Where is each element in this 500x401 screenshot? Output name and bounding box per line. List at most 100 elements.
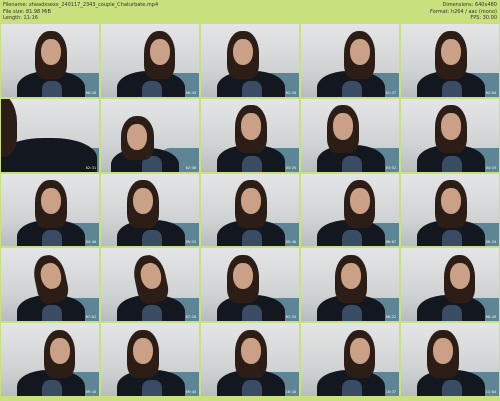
video-thumbnail[interactable]: 06:34 xyxy=(401,173,499,247)
thumbnail-face xyxy=(450,262,470,290)
video-thumbnail[interactable]: 08:22 xyxy=(301,248,399,322)
thumbnail-top xyxy=(142,379,162,396)
thumbnail-timestamp: 04:46 xyxy=(85,240,96,245)
video-thumbnail[interactable]: 02:31 xyxy=(1,98,99,172)
thumbnail-top xyxy=(142,80,162,97)
thumbnail-timestamp: 11:04 xyxy=(485,389,496,394)
thumbnail-face xyxy=(350,188,370,215)
video-thumbnail[interactable]: 08:49 xyxy=(401,248,499,322)
thumbnail-timestamp: 08:22 xyxy=(385,315,396,320)
thumbnail-timestamp: 07:01 xyxy=(85,315,96,320)
video-thumbnail[interactable]: 05:13 xyxy=(101,173,199,247)
thumbnail-timestamp: 03:25 xyxy=(285,165,296,170)
thumbnail-top xyxy=(42,80,62,97)
thumbnail-face xyxy=(350,38,370,65)
thumbnail-top xyxy=(342,305,362,322)
video-thumbnail[interactable]: 04:46 xyxy=(1,173,99,247)
thumbnail-face xyxy=(233,38,253,65)
thumbnail-top xyxy=(142,230,162,247)
thumbnail-timestamp: 01:10 xyxy=(285,90,296,95)
thumbnail-timestamp: 00:43 xyxy=(185,90,196,95)
thumbnail-top xyxy=(42,230,62,247)
thumbnail-top xyxy=(142,305,162,322)
thumbnail-grid: 00:16 00:43 01:10 01:37 02:04 02:31 02:58 03:25… xyxy=(0,23,500,397)
thumbnail-face xyxy=(233,262,253,290)
thumbnail-timestamp: 10:37 xyxy=(385,389,396,394)
thumbnail-top xyxy=(42,379,62,396)
video-thumbnail[interactable]: 02:58 xyxy=(101,98,199,172)
thumbnail-face xyxy=(150,38,170,65)
thumbnail-face xyxy=(433,337,453,364)
thumbnail-timestamp: 01:37 xyxy=(385,90,396,95)
video-thumbnail[interactable]: 01:10 xyxy=(201,24,299,97)
thumbnail-top xyxy=(442,379,462,396)
thumbnail-face xyxy=(441,38,461,65)
thumbnail-face xyxy=(350,337,370,364)
thumbnail-face xyxy=(41,38,61,65)
thumbnail-timestamp: 07:55 xyxy=(285,315,296,320)
thumbnail-top xyxy=(242,80,262,97)
video-thumbnail[interactable]: 09:16 xyxy=(1,323,99,396)
thumbnail-face xyxy=(333,113,353,140)
thumbnail-face xyxy=(133,337,153,364)
thumbnail-face xyxy=(241,113,261,140)
thumbnail-face xyxy=(441,188,461,215)
video-thumbnail[interactable]: 03:52 xyxy=(301,98,399,172)
format-text: Format: h264 / aac (mono) xyxy=(430,8,497,15)
thumbnail-top xyxy=(342,379,362,396)
thumbnail-timestamp: 04:19 xyxy=(485,165,496,170)
thumbnail-top xyxy=(242,305,262,322)
thumbnail-face xyxy=(441,113,461,140)
video-thumbnail[interactable]: 00:16 xyxy=(1,24,99,97)
thumbnail-top xyxy=(342,80,362,97)
thumbnail-timestamp: 05:13 xyxy=(185,240,196,245)
thumbnail-timestamp: 00:16 xyxy=(85,90,96,95)
video-thumbnail[interactable]: 10:37 xyxy=(301,323,399,396)
video-thumbnail[interactable]: 04:19 xyxy=(401,98,499,172)
thumbnail-timestamp: 06:34 xyxy=(485,240,496,245)
filename-text: Filename: xheadxsexx_240117_2343_couple_… xyxy=(3,2,159,8)
contact-sheet: Filename: xheadxsexx_240117_2343_couple_… xyxy=(0,0,500,401)
thumbnail-top xyxy=(242,155,262,172)
thumbnail-top xyxy=(42,305,62,322)
fps-text: FPS: 30.00 xyxy=(470,15,497,22)
length-text: Length: 11:16 xyxy=(3,15,38,22)
thumbnail-top xyxy=(442,305,462,322)
video-thumbnail[interactable]: 07:55 xyxy=(201,248,299,322)
video-thumbnail[interactable]: 05:40 xyxy=(201,173,299,247)
video-thumbnail[interactable]: 06:07 xyxy=(301,173,399,247)
thumbnail-top xyxy=(442,155,462,172)
thumbnail-timestamp: 06:07 xyxy=(385,240,396,245)
thumbnail-top xyxy=(242,379,262,396)
thumbnail-timestamp: 02:58 xyxy=(185,165,196,170)
dimensions-text: Dimensions: 640x480 xyxy=(442,2,497,8)
video-thumbnail[interactable]: 07:01 xyxy=(1,248,99,322)
filesize-text: File size: 81.98 MiB xyxy=(3,8,51,15)
video-thumbnail[interactable]: 02:04 xyxy=(401,24,499,97)
thumbnail-top xyxy=(342,155,362,172)
thumbnail-timestamp: 03:52 xyxy=(385,165,396,170)
video-thumbnail[interactable]: 07:28 xyxy=(101,248,199,322)
thumbnail-face xyxy=(41,188,61,215)
thumbnail-face xyxy=(50,337,70,364)
file-info: Filename: xheadxsexx_240117_2343_couple_… xyxy=(3,2,158,22)
thumbnail-face xyxy=(133,188,153,215)
thumbnail-face xyxy=(341,262,361,290)
video-info: Dimensions: 640x480 Format: h264 / aac (… xyxy=(430,2,497,22)
thumbnail-top xyxy=(442,80,462,97)
thumbnail-timestamp: 09:16 xyxy=(85,389,96,394)
thumbnail-timestamp: 02:04 xyxy=(485,90,496,95)
thumbnail-timestamp: 02:31 xyxy=(85,165,96,170)
video-thumbnail[interactable]: 00:43 xyxy=(101,24,199,97)
thumbnail-hair xyxy=(1,98,17,158)
thumbnail-timestamp: 08:49 xyxy=(485,315,496,320)
video-thumbnail[interactable]: 03:25 xyxy=(201,98,299,172)
video-thumbnail[interactable]: 11:04 xyxy=(401,323,499,396)
thumbnail-top xyxy=(242,230,262,247)
thumbnail-face xyxy=(241,188,261,215)
thumbnail-timestamp: 05:40 xyxy=(285,240,296,245)
thumbnail-timestamp: 09:43 xyxy=(185,389,196,394)
video-thumbnail[interactable]: 09:43 xyxy=(101,323,199,396)
video-thumbnail[interactable]: 01:37 xyxy=(301,24,399,97)
video-thumbnail[interactable]: 10:10 xyxy=(201,323,299,396)
